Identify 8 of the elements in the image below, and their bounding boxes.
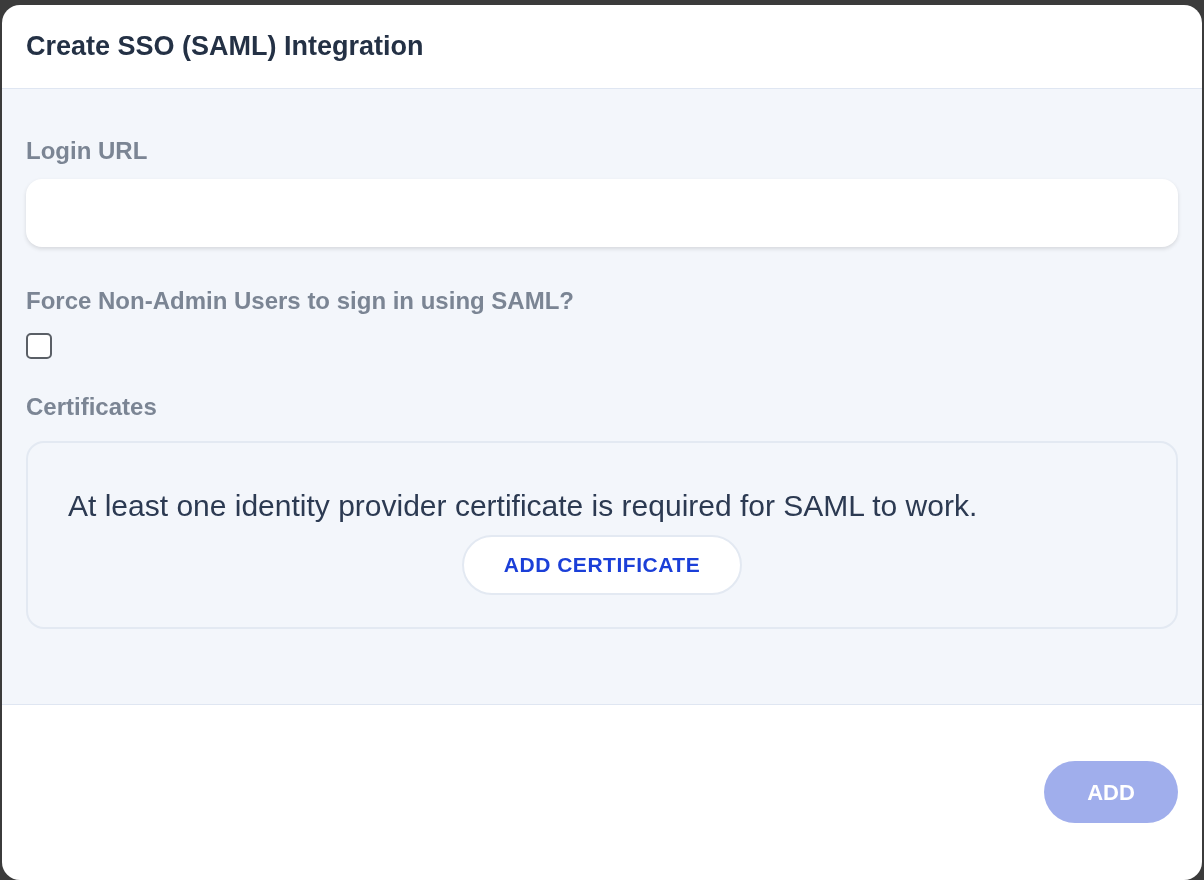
field-label: Login URL <box>26 136 148 166</box>
dialog-title: Create SSO (SAML) Integration <box>26 30 424 64</box>
section-label: Certificates <box>26 392 157 422</box>
add-certificate-button[interactable]: ADD CERTIFICATE <box>461 535 743 595</box>
field-label: Force Non-Admin Users to sign in using SAML? <box>26 286 574 316</box>
checkbox[interactable] <box>26 333 52 359</box>
info-message: At least one identity provider certificate is required for SAML to work. <box>68 488 978 524</box>
input-field[interactable] <box>26 179 1178 247</box>
